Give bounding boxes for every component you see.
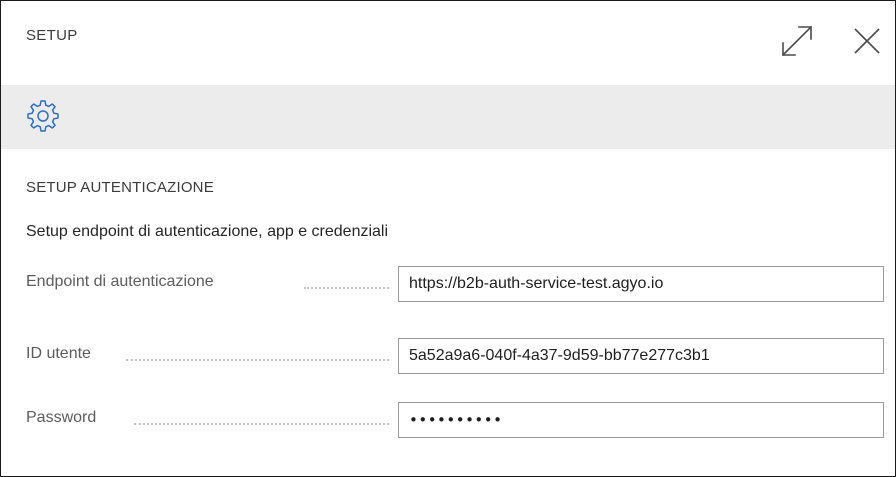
dialog-titlebar: SETUP bbox=[1, 1, 895, 85]
password-field-row: Password bbox=[26, 402, 894, 438]
password-input[interactable] bbox=[398, 402, 884, 438]
user-id-leader-dots bbox=[126, 359, 389, 361]
expand-icon bbox=[781, 25, 813, 57]
gear-icon bbox=[27, 100, 59, 132]
section-title: SETUP AUTENTICAZIONE bbox=[26, 179, 214, 196]
endpoint-label: Endpoint di autenticazione bbox=[26, 273, 214, 290]
section-instructions: Setup endpoint di autenticazione, app e … bbox=[26, 223, 389, 240]
user-id-field-row: ID utente bbox=[26, 338, 894, 374]
endpoint-field-row: Endpoint di autenticazione bbox=[26, 266, 894, 302]
user-id-input[interactable] bbox=[398, 338, 884, 374]
endpoint-input[interactable] bbox=[398, 266, 884, 302]
dialog-title: SETUP bbox=[26, 27, 78, 44]
endpoint-leader-dots bbox=[304, 287, 389, 289]
password-label: Password bbox=[26, 409, 97, 426]
setup-dialog: SETUP SETUP AUTENTICAZIONE Setup endpoin… bbox=[0, 0, 896, 477]
expand-button[interactable] bbox=[777, 21, 817, 61]
close-button[interactable] bbox=[847, 21, 887, 61]
password-leader-dots bbox=[134, 423, 389, 425]
action-bar bbox=[1, 85, 895, 149]
close-icon bbox=[854, 28, 880, 54]
user-id-label: ID utente bbox=[26, 345, 91, 362]
settings-button[interactable] bbox=[25, 98, 61, 134]
